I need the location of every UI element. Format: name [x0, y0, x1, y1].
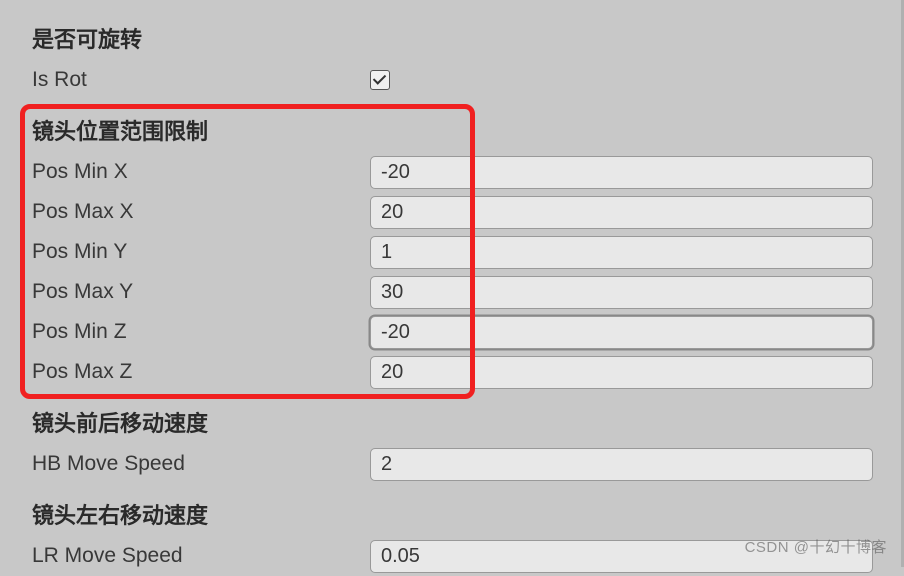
pos-max-z-label: Pos Max Z: [32, 360, 370, 384]
pos-max-z-input[interactable]: [370, 356, 873, 389]
section-header-hb-speed: 镜头前后移动速度: [32, 406, 881, 438]
pos-min-z-label: Pos Min Z: [32, 320, 370, 344]
pos-max-y-label: Pos Max Y: [32, 280, 370, 304]
hb-move-speed-input[interactable]: [370, 448, 873, 481]
pos-min-z-input[interactable]: [370, 316, 873, 349]
section-header-position-limit: 镜头位置范围限制: [32, 114, 881, 146]
pos-max-x-input[interactable]: [370, 196, 873, 229]
pos-min-x-input[interactable]: [370, 156, 873, 189]
pos-min-x-label: Pos Min X: [32, 160, 370, 184]
pos-max-y-input[interactable]: [370, 276, 873, 309]
lr-move-speed-label: LR Move Speed: [32, 544, 370, 568]
pos-max-x-label: Pos Max X: [32, 200, 370, 224]
pos-min-y-label: Pos Min Y: [32, 240, 370, 264]
section-header-lr-speed: 镜头左右移动速度: [32, 498, 881, 530]
watermark-text: CSDN @十幻十博客: [745, 536, 887, 557]
pos-min-y-input[interactable]: [370, 236, 873, 269]
hb-move-speed-label: HB Move Speed: [32, 452, 370, 476]
section-header-rotation: 是否可旋转: [32, 22, 881, 54]
is-rot-label: Is Rot: [32, 68, 370, 92]
is-rot-checkbox[interactable]: [370, 70, 390, 90]
